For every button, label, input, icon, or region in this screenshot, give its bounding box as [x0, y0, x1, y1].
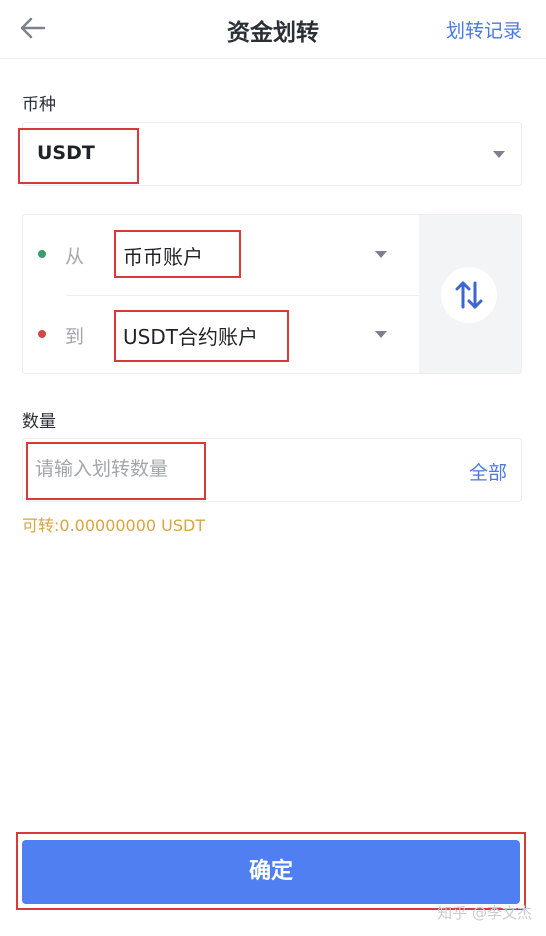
confirm-button[interactable]: 确定: [22, 840, 520, 904]
currency-label: 币种: [22, 95, 56, 115]
to-account-select[interactable]: 到 USDT合约账户: [23, 295, 419, 373]
transfer-history-link[interactable]: 划转记录: [446, 16, 522, 43]
caret-down-icon: [493, 151, 505, 158]
swap-vertical-icon: [455, 281, 483, 309]
to-account-value: USDT合约账户: [123, 325, 258, 349]
to-dot: [38, 330, 46, 338]
to-label: 到: [65, 326, 85, 348]
swap-button[interactable]: [441, 267, 497, 323]
available-balance: 可转:0.00000000 USDT: [22, 516, 206, 535]
amount-input[interactable]: [35, 453, 365, 485]
from-account-value: 币币账户: [123, 245, 203, 269]
all-button[interactable]: 全部: [469, 458, 507, 485]
watermark: 知乎 @李文杰: [437, 904, 532, 922]
currency-value: USDT: [37, 142, 95, 164]
amount-field-box: 全部: [22, 438, 522, 502]
from-dot: [38, 250, 46, 258]
caret-down-icon: [375, 251, 387, 258]
from-account-select[interactable]: 从 币币账户: [23, 215, 419, 294]
transfer-direction-panel: 从 币币账户 到 USDT合约账户: [22, 214, 522, 374]
app-header: 资金划转 划转记录: [0, 0, 546, 59]
caret-down-icon: [375, 331, 387, 338]
from-label: 从: [65, 246, 85, 268]
amount-label: 数量: [22, 412, 56, 432]
swap-panel: [419, 215, 521, 373]
currency-select[interactable]: USDT: [22, 122, 522, 186]
